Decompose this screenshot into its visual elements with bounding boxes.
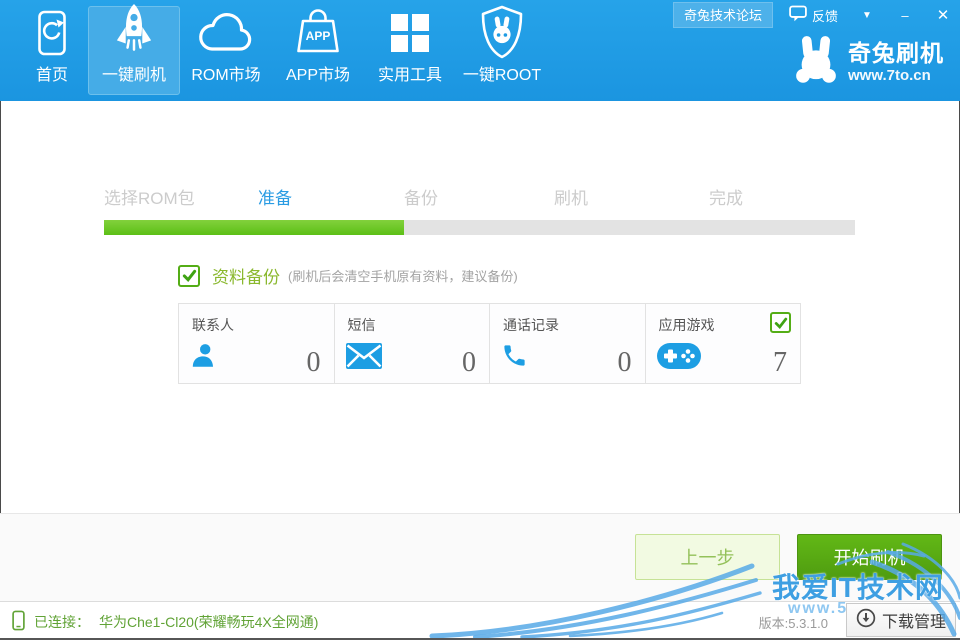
checkmark-icon bbox=[774, 317, 787, 329]
nav-label: 首页 bbox=[35, 67, 68, 84]
nav-item-one-key-flash[interactable]: 一键刷机 bbox=[88, 3, 180, 95]
feedback-label: 反馈 bbox=[811, 8, 838, 24]
dropdown-caret-icon[interactable]: ▼ bbox=[858, 10, 876, 21]
download-label: 下载管理 bbox=[881, 614, 946, 631]
backup-checkbox-label[interactable]: 资料备份 bbox=[212, 263, 280, 288]
app-window: 首页 一键刷机 ROM市场 APP APP市场 实用工具 一键ROOT 奇兔技术… bbox=[0, 0, 960, 640]
nav-label: 一键ROOT bbox=[462, 67, 542, 84]
backup-checkbox[interactable] bbox=[178, 264, 200, 287]
version-label: 版本:5.3.1.0 bbox=[758, 616, 828, 631]
connected-label: 已连接： bbox=[34, 614, 90, 630]
step-choose-rom: 选择ROM包 bbox=[104, 189, 195, 208]
backup-cell-sms: 短信 0 bbox=[335, 304, 490, 383]
nav-label: ROM市场 bbox=[191, 67, 261, 84]
step-prepare: 准备 bbox=[258, 189, 292, 208]
backup-cell-call-log: 通话记录 0 bbox=[490, 304, 646, 383]
connection-status: 已连接： 华为Che1-Cl20(荣耀畅玩4X全网通) bbox=[12, 610, 318, 634]
brand-logo: 奇兔刷机 www.7to.cn bbox=[793, 36, 944, 89]
cell-label: 通话记录 bbox=[503, 317, 559, 333]
nav-item-tools[interactable]: 实用工具 bbox=[364, 6, 456, 95]
progress-bar bbox=[104, 220, 855, 235]
download-icon bbox=[856, 608, 876, 633]
nav-item-rom-market[interactable]: ROM市场 bbox=[180, 6, 272, 95]
cloud-icon bbox=[193, 7, 259, 59]
cell-count: 0 bbox=[617, 347, 632, 378]
main-nav: 首页 一键刷机 ROM市场 APP APP市场 实用工具 一键ROOT bbox=[16, 0, 548, 101]
backup-cell-contacts: 联系人 0 bbox=[179, 304, 335, 383]
download-manager-button[interactable]: 下载管理 bbox=[846, 603, 956, 637]
phone-connected-icon bbox=[12, 610, 25, 634]
shopping-bag-app-icon: APP bbox=[293, 5, 343, 59]
speech-bubble-icon bbox=[789, 5, 807, 25]
apps-games-checkbox[interactable] bbox=[770, 312, 791, 333]
step-wizard: 选择ROM包 准备 备份 刷机 完成 bbox=[104, 184, 855, 208]
home-phone-refresh-icon bbox=[35, 7, 69, 59]
nav-label: APP市场 bbox=[285, 67, 351, 84]
svg-text:APP: APP bbox=[306, 29, 331, 43]
cell-label: 短信 bbox=[347, 317, 376, 333]
brand-url: www.7to.cn bbox=[848, 66, 931, 84]
close-button[interactable]: ✕ bbox=[934, 6, 952, 24]
window-controls: 奇兔技术论坛 反馈 ▼ – ✕ bbox=[672, 2, 952, 28]
backup-option-row: 资料备份 (刷机后会清空手机原有资料，建议备份) bbox=[178, 263, 518, 288]
nav-label: 一键刷机 bbox=[101, 67, 166, 84]
step-backup: 备份 bbox=[404, 189, 438, 208]
nav-item-home[interactable]: 首页 bbox=[16, 6, 88, 95]
backup-note: (刷机后会清空手机原有资料，建议备份) bbox=[288, 269, 518, 284]
rabbit-logo-icon bbox=[793, 36, 839, 89]
step-finish: 完成 bbox=[709, 189, 743, 208]
status-bar: 已连接： 华为Che1-Cl20(荣耀畅玩4X全网通) 版本:5.3.1.0 下… bbox=[0, 601, 960, 638]
cell-count: 7 bbox=[773, 347, 787, 378]
feedback-button[interactable]: 反馈 bbox=[789, 5, 838, 25]
progress-fill bbox=[104, 220, 405, 235]
nav-item-one-key-root[interactable]: 一键ROOT bbox=[456, 5, 548, 95]
backup-table: 联系人 0 短信 0 通话记录 0 应用游戏 7 bbox=[178, 303, 801, 384]
nav-item-app-market[interactable]: APP APP市场 bbox=[272, 6, 364, 95]
contact-person-icon bbox=[190, 342, 217, 374]
checkmark-icon bbox=[182, 269, 196, 282]
step-flash: 刷机 bbox=[554, 189, 588, 208]
phone-handset-icon bbox=[501, 342, 528, 374]
nav-label: 实用工具 bbox=[377, 67, 442, 84]
rocket-icon bbox=[113, 3, 155, 59]
backup-cell-apps-games: 应用游戏 7 bbox=[646, 304, 801, 383]
cell-count: 0 bbox=[462, 347, 476, 378]
shield-rabbit-icon bbox=[479, 5, 525, 59]
cell-label: 联系人 bbox=[192, 317, 234, 333]
start-flash-button[interactable]: 开始刷机 bbox=[797, 534, 942, 580]
cell-label: 应用游戏 bbox=[658, 317, 715, 333]
brand-name: 奇兔刷机 bbox=[848, 40, 944, 67]
header: 首页 一键刷机 ROM市场 APP APP市场 实用工具 一键ROOT 奇兔技术… bbox=[0, 0, 960, 101]
forum-link[interactable]: 奇兔技术论坛 bbox=[672, 2, 773, 28]
footer: 上一步 开始刷机 bbox=[0, 513, 960, 601]
minimize-button[interactable]: – bbox=[896, 8, 914, 23]
envelope-icon bbox=[345, 343, 382, 374]
device-name: 华为Che1-Cl20(荣耀畅玩4X全网通) bbox=[99, 614, 319, 630]
previous-step-button[interactable]: 上一步 bbox=[635, 534, 780, 580]
gamepad-icon bbox=[656, 343, 701, 374]
cell-count: 0 bbox=[306, 347, 321, 378]
grid-tiles-icon bbox=[390, 7, 430, 59]
